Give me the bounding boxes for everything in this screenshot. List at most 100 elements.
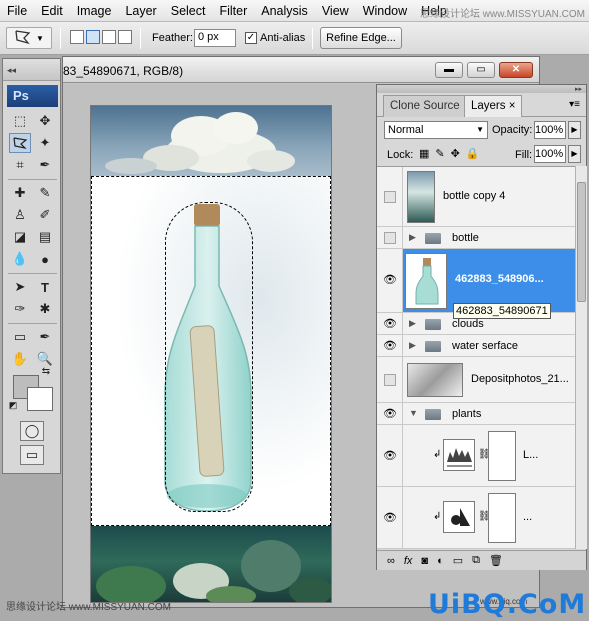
layer-group-row[interactable]: ▶ bottle [377,227,575,249]
blur-tool-icon[interactable]: 💧 [9,249,31,269]
background-color-swatch[interactable] [27,387,53,411]
feather-field[interactable]: 0 px [194,29,236,47]
clone-stamp-tool-icon[interactable]: ♙ [9,205,31,225]
marquee-tool-icon[interactable]: ⬚ [9,111,31,131]
refine-edge-button[interactable]: Refine Edge... [320,27,402,49]
opacity-field[interactable]: 100% [534,121,566,139]
new-group-icon[interactable]: ▭ [453,554,463,567]
eye-icon[interactable]: 👁 [383,409,397,420]
notes-tool-icon[interactable]: ▭ [9,327,31,347]
layer-name[interactable]: water serface [452,340,518,352]
subtract-selection-icon[interactable] [102,30,116,44]
crop-tool-icon[interactable]: ⌗ [9,155,31,175]
image-canvas[interactable] [90,105,332,603]
quick-mask-icon[interactable]: ◯ [20,421,44,441]
path-selection-tool-icon[interactable]: ➤ [9,277,31,297]
layer-name[interactable]: Depositphotos_21... [471,373,569,385]
fill-slider-toggle[interactable]: ▶ [568,145,581,163]
visibility-toggle-off[interactable] [384,232,396,244]
visibility-cell[interactable] [377,227,403,248]
close-tab-icon[interactable]: × [509,100,516,112]
expand-triangle-icon[interactable]: ▶ [409,318,419,329]
menu-select[interactable]: Select [164,0,213,22]
layer-name[interactable]: L... [523,449,538,461]
adjustment-layer-icon[interactable]: ◐ [437,555,444,567]
photoshop-logo[interactable]: Ps [7,85,58,107]
new-selection-icon[interactable] [70,30,84,44]
adjustment-layer-row[interactable]: 👁 ↲ ⛓ L... [377,425,575,487]
layer-group-row[interactable]: 👁 ▼ plants [377,403,575,425]
menu-filter[interactable]: Filter [212,0,254,22]
link-layers-icon[interactable]: ∞ [387,555,395,567]
layer-row[interactable]: bottle copy 4 [377,167,575,227]
panel-grip[interactable] [377,85,586,93]
layer-row[interactable]: Depositphotos_21... [377,357,575,403]
layer-name[interactable]: 462883_548906... [455,273,544,285]
healing-brush-tool-icon[interactable]: ✚ [9,183,31,203]
layer-group-row[interactable]: 👁 ▶ water serface [377,335,575,357]
pen-tool-icon[interactable]: ✑ [9,299,31,319]
panel-menu-icon[interactable]: ▾≡ [569,99,580,110]
eraser-tool-icon[interactable]: ◪ [9,227,31,247]
new-layer-icon[interactable]: ⧉ [472,554,480,567]
blend-mode-select[interactable]: Normal ▼ [384,121,488,139]
visibility-toggle-off[interactable] [384,374,396,386]
menu-analysis[interactable]: Analysis [254,0,315,22]
eye-icon[interactable]: 👁 [383,513,397,524]
minimize-button[interactable]: ▬ [435,62,463,78]
menu-file[interactable]: File [0,0,34,22]
menu-image[interactable]: Image [70,0,119,22]
menu-edit[interactable]: Edit [34,0,70,22]
layer-name[interactable]: bottle [452,232,479,244]
add-to-selection-icon[interactable] [86,30,100,44]
expand-triangle-icon[interactable]: ▶ [409,232,419,243]
swap-colors-icon[interactable]: ⇆ [39,365,53,377]
visibility-cell[interactable]: 👁 [377,249,403,312]
visibility-cell[interactable]: 👁 [377,487,403,548]
expand-triangle-icon[interactable]: ▶ [409,340,419,351]
tab-layers[interactable]: Layers × [464,95,523,117]
move-tool-icon[interactable]: ✥ [34,111,56,131]
maximize-button[interactable]: ▭ [467,62,495,78]
gradient-tool-icon[interactable]: ▤ [34,227,56,247]
eye-icon[interactable]: 👁 [383,451,397,462]
eyedropper-sample-icon[interactable]: ✒ [34,327,56,347]
tab-clone-source[interactable]: Clone Source [383,95,467,117]
visibility-cell[interactable] [377,357,403,402]
visibility-cell[interactable]: 👁 [377,425,403,486]
adjustment-layer-row[interactable]: 👁 ↲ ⛓ ... [377,487,575,549]
layer-name[interactable]: ... [523,511,532,523]
menu-layer[interactable]: Layer [118,0,163,22]
layer-name[interactable]: bottle copy 4 [443,190,505,202]
opacity-slider-toggle[interactable]: ▶ [568,121,581,139]
hand-tool-icon[interactable]: ✋ [9,349,31,369]
eyedropper-tool-icon[interactable]: ✒ [34,155,56,175]
menu-window[interactable]: Window [356,0,414,22]
close-button[interactable]: ✕ [499,62,533,78]
antialias-checkbox[interactable]: ✓ [245,32,257,44]
default-colors-icon[interactable]: ◩ [7,399,19,411]
add-mask-icon[interactable]: ◙ [421,555,428,567]
visibility-cell[interactable]: 👁 [377,313,403,334]
tool-preset-picker[interactable]: ▼ [6,27,52,49]
collapse-panel-icon[interactable]: ▸▸ [575,85,582,93]
menu-view[interactable]: View [315,0,356,22]
fx-icon[interactable]: fx [404,555,413,567]
eye-icon[interactable]: 👁 [383,275,397,286]
fill-field[interactable]: 100% [534,145,566,163]
brush-tool-icon[interactable]: ✎ [34,183,56,203]
layer-name[interactable]: clouds [452,318,484,330]
lock-icons[interactable]: ▦✎✥🔒 [419,147,486,160]
dodge-tool-icon[interactable]: ● [34,249,56,269]
collapse-triangle-icon[interactable]: ▼ [409,408,419,418]
layers-scrollbar[interactable] [575,166,587,549]
trash-icon[interactable]: 🗑 [489,554,503,567]
custom-shape-tool-icon[interactable]: ✱ [34,299,56,319]
visibility-cell[interactable] [377,167,403,226]
visibility-cell[interactable]: 👁 [377,335,403,356]
toolbox-header[interactable]: ◂◂ [3,59,60,81]
screen-mode-icon[interactable]: ▭ [20,445,44,465]
visibility-cell[interactable]: 👁 [377,403,403,424]
layer-name[interactable]: plants [452,408,481,420]
history-brush-tool-icon[interactable]: ✐ [34,205,56,225]
